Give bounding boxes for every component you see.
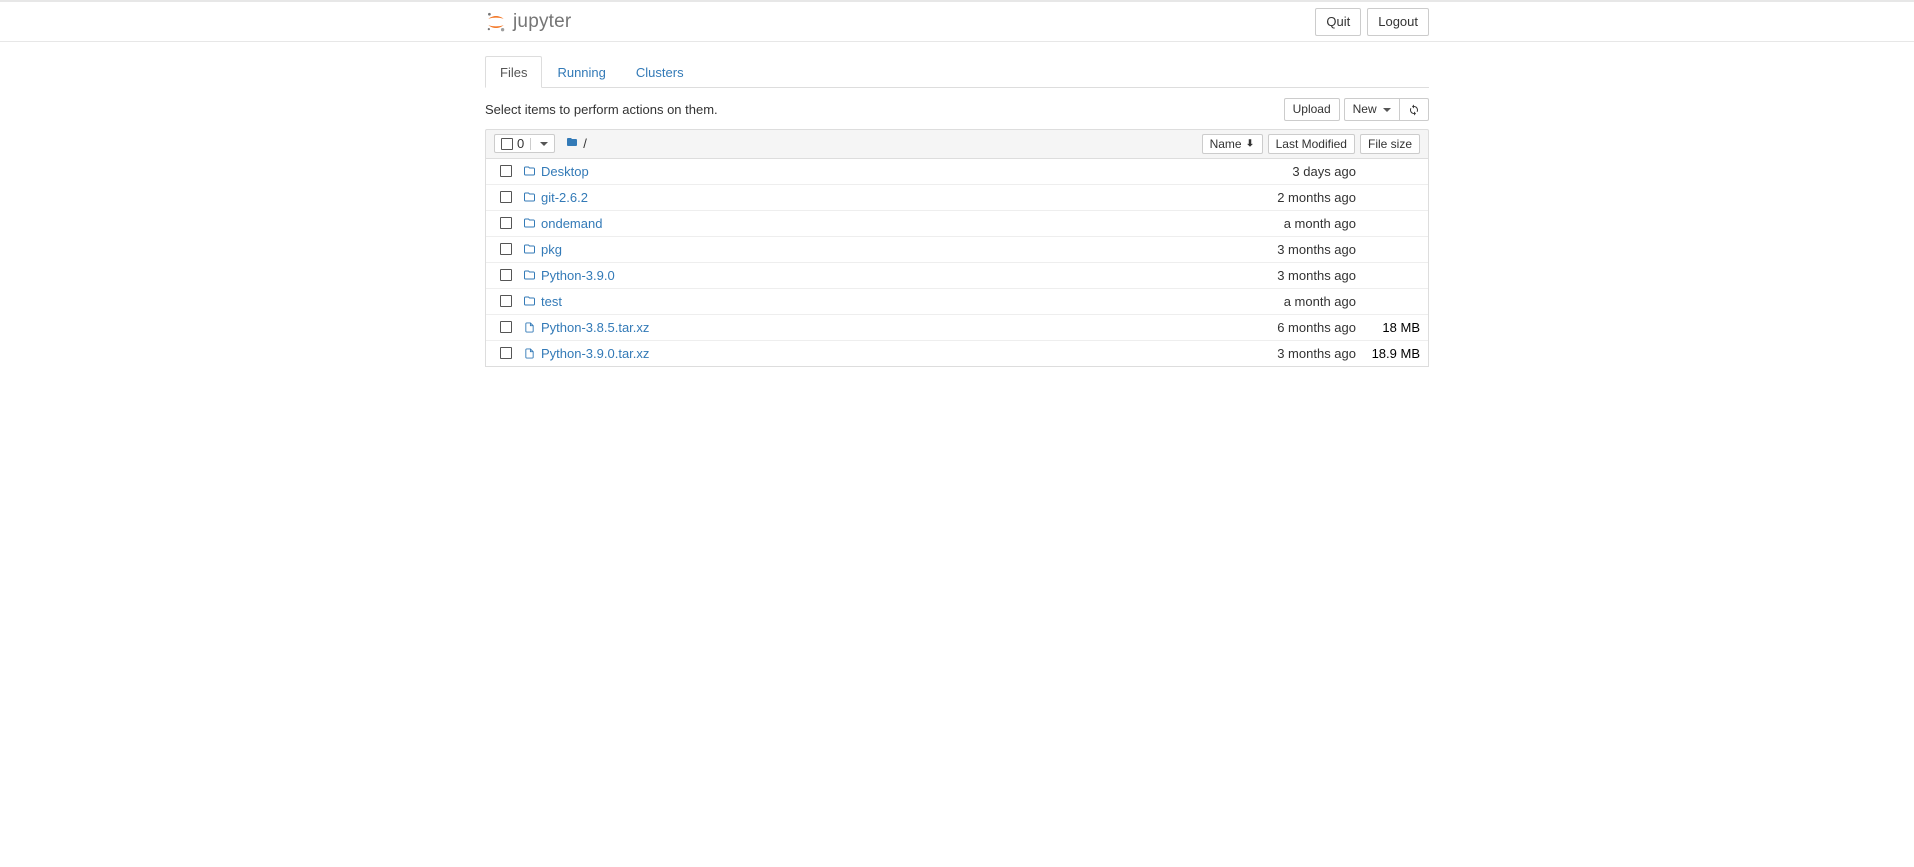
- new-button-group: New: [1344, 98, 1429, 121]
- tabs: Files Running Clusters: [485, 56, 1429, 88]
- main-container: Files Running Clusters Select items to p…: [485, 56, 1429, 367]
- tab-running[interactable]: Running: [542, 56, 620, 88]
- col-name-label: Name: [1210, 137, 1242, 151]
- breadcrumb: /: [565, 136, 587, 151]
- file-row: Python-3.9.0 3 months ago: [486, 263, 1428, 289]
- item-size: 18.9 MB: [1360, 346, 1420, 361]
- row-checkbox-wrap: [494, 165, 518, 177]
- folder-icon: [520, 191, 538, 203]
- refresh-button[interactable]: [1400, 98, 1429, 121]
- item-name-link[interactable]: pkg: [541, 242, 562, 257]
- select-all-dropdown[interactable]: [530, 138, 554, 150]
- row-checkbox-wrap: [494, 269, 518, 281]
- folder-icon: [520, 243, 538, 255]
- row-checkbox-wrap: [494, 295, 518, 307]
- sort-modified-button[interactable]: Last Modified: [1268, 134, 1355, 154]
- item-modified: 3 days ago: [1236, 164, 1356, 179]
- row-checkbox-wrap: [494, 347, 518, 359]
- item-name-link[interactable]: Desktop: [541, 164, 589, 179]
- file-icon: [520, 321, 538, 334]
- tab-files[interactable]: Files: [485, 56, 542, 88]
- row-checkbox[interactable]: [500, 321, 512, 333]
- action-buttons: Upload New: [1284, 98, 1429, 121]
- folder-icon: [520, 165, 538, 177]
- refresh-icon: [1408, 102, 1420, 116]
- folder-icon[interactable]: [565, 136, 579, 151]
- new-button-label: New: [1353, 102, 1377, 116]
- file-row: test a month ago: [486, 289, 1428, 315]
- header: jupyter Quit Logout: [485, 2, 1429, 41]
- header-buttons: Quit Logout: [1315, 8, 1429, 36]
- row-checkbox-wrap: [494, 243, 518, 255]
- row-checkbox[interactable]: [500, 347, 512, 359]
- list-header: 0 / Name Last Modified File: [485, 129, 1429, 159]
- file-list: Desktop 3 days ago git-2.6.2 2 months ago on…: [485, 159, 1429, 367]
- row-checkbox-wrap: [494, 217, 518, 229]
- sort-size-button[interactable]: File size: [1360, 134, 1420, 154]
- folder-icon: [520, 295, 538, 307]
- chevron-down-icon: [540, 142, 548, 146]
- logo-text: jupyter: [513, 11, 571, 33]
- header-divider: [0, 41, 1914, 42]
- row-checkbox[interactable]: [500, 217, 512, 229]
- row-checkbox[interactable]: [500, 191, 512, 203]
- item-name-link[interactable]: Python-3.9.0.tar.xz: [541, 346, 649, 361]
- upload-button[interactable]: Upload: [1284, 98, 1340, 121]
- folder-icon: [520, 217, 538, 229]
- jupyter-logo-icon: [485, 11, 507, 33]
- quit-button[interactable]: Quit: [1315, 8, 1361, 36]
- selected-count: 0: [517, 136, 524, 151]
- action-prompt: Select items to perform actions on them.: [485, 102, 718, 117]
- file-row: Python-3.8.5.tar.xz 6 months ago 18 MB: [486, 315, 1428, 341]
- logo[interactable]: jupyter: [485, 11, 571, 33]
- item-name-link[interactable]: test: [541, 294, 562, 309]
- item-modified: a month ago: [1236, 294, 1356, 309]
- row-checkbox[interactable]: [500, 243, 512, 255]
- item-name-link[interactable]: git-2.6.2: [541, 190, 588, 205]
- chevron-down-icon: [1383, 108, 1391, 112]
- file-row: ondemand a month ago: [486, 211, 1428, 237]
- item-modified: 3 months ago: [1236, 242, 1356, 257]
- select-all-checkbox-part[interactable]: 0: [495, 135, 530, 152]
- item-modified: a month ago: [1236, 216, 1356, 231]
- column-headers: Name Last Modified File size: [1202, 134, 1420, 154]
- sort-name-button[interactable]: Name: [1202, 134, 1263, 154]
- item-modified: 3 months ago: [1236, 268, 1356, 283]
- select-all-group: 0: [494, 134, 555, 153]
- item-modified: 6 months ago: [1236, 320, 1356, 335]
- file-icon: [520, 347, 538, 360]
- item-modified: 3 months ago: [1236, 346, 1356, 361]
- file-row: git-2.6.2 2 months ago: [486, 185, 1428, 211]
- select-all-checkbox[interactable]: [501, 138, 513, 150]
- breadcrumb-separator: /: [583, 136, 587, 151]
- file-row: Python-3.9.0.tar.xz 3 months ago 18.9 MB: [486, 341, 1428, 366]
- file-row: Desktop 3 days ago: [486, 159, 1428, 185]
- row-checkbox[interactable]: [500, 295, 512, 307]
- file-row: pkg 3 months ago: [486, 237, 1428, 263]
- col-modified-label: Last Modified: [1276, 137, 1347, 151]
- tab-clusters[interactable]: Clusters: [621, 56, 699, 88]
- item-size: 18 MB: [1360, 320, 1420, 335]
- row-checkbox[interactable]: [500, 165, 512, 177]
- new-button[interactable]: New: [1344, 98, 1400, 121]
- row-checkbox-wrap: [494, 321, 518, 333]
- item-name-link[interactable]: Python-3.9.0: [541, 268, 615, 283]
- col-size-label: File size: [1368, 137, 1412, 151]
- arrow-down-icon: [1245, 137, 1255, 151]
- logout-button[interactable]: Logout: [1367, 8, 1429, 36]
- row-checkbox[interactable]: [500, 269, 512, 281]
- folder-icon: [520, 269, 538, 281]
- action-row: Select items to perform actions on them.…: [485, 88, 1429, 129]
- item-name-link[interactable]: ondemand: [541, 216, 602, 231]
- item-modified: 2 months ago: [1236, 190, 1356, 205]
- row-checkbox-wrap: [494, 191, 518, 203]
- item-name-link[interactable]: Python-3.8.5.tar.xz: [541, 320, 649, 335]
